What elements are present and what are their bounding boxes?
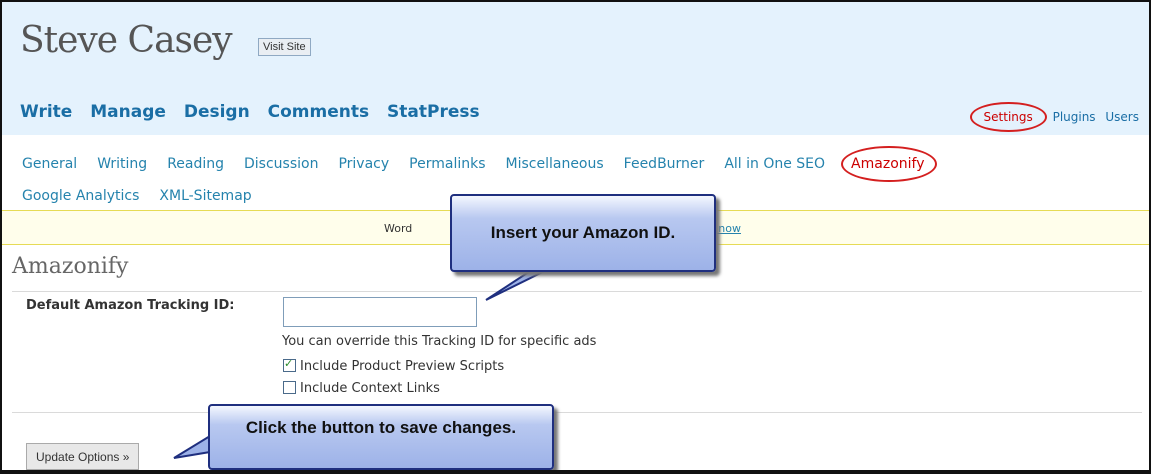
tracking-id-label: Default Amazon Tracking ID:	[26, 298, 235, 313]
right-nav: Settings Plugins Users	[968, 102, 1139, 132]
divider	[12, 412, 1142, 413]
subnav-google-analytics[interactable]: Google Analytics	[22, 188, 139, 204]
update-options-button[interactable]: Update Options »	[26, 443, 140, 470]
main-nav: Write Manage Design Comments StatPress	[20, 102, 492, 122]
divider	[12, 291, 1142, 292]
nav-users[interactable]: Users	[1105, 110, 1139, 124]
nav-plugins[interactable]: Plugins	[1053, 110, 1096, 124]
visit-site-button[interactable]: Visit Site	[258, 38, 311, 56]
subnav-miscellaneous[interactable]: Miscellaneous	[506, 156, 604, 172]
preview-scripts-option[interactable]: Include Product Preview Scripts	[283, 357, 505, 374]
context-links-option[interactable]: Include Context Links	[283, 381, 440, 396]
site-title: Steve Casey	[20, 20, 233, 61]
subnav-general[interactable]: General	[22, 156, 77, 172]
subnav-privacy[interactable]: Privacy	[338, 156, 389, 172]
page-title: Amazonify	[12, 254, 129, 279]
subnav-xml-sitemap[interactable]: XML-Sitemap	[159, 188, 251, 204]
tracking-id-input[interactable]	[283, 297, 477, 327]
nav-write[interactable]: Write	[20, 102, 72, 122]
preview-scripts-label: Include Product Preview Scripts	[300, 359, 505, 374]
subnav-amazonify[interactable]: Amazonify	[841, 146, 937, 182]
nav-comments[interactable]: Comments	[268, 102, 369, 122]
subnav-reading[interactable]: Reading	[167, 156, 224, 172]
nav-settings[interactable]: Settings	[969, 102, 1047, 132]
nav-design[interactable]: Design	[184, 102, 250, 122]
subnav-all-in-one-seo[interactable]: All in One SEO	[724, 156, 825, 172]
nav-manage[interactable]: Manage	[90, 102, 166, 122]
admin-header: Steve Casey Visit Site Write Manage Desi…	[2, 2, 1149, 135]
screenshot-frame: Steve Casey Visit Site Write Manage Desi…	[0, 0, 1151, 474]
subnav-permalinks[interactable]: Permalinks	[409, 156, 485, 172]
callout-amazon-id: Insert your Amazon ID.	[450, 194, 716, 272]
nav-statpress[interactable]: StatPress	[387, 102, 480, 122]
context-links-label: Include Context Links	[300, 381, 440, 396]
tracking-id-hint: You can override this Tracking ID for sp…	[282, 334, 597, 349]
context-links-checkbox[interactable]	[283, 381, 296, 394]
subnav-writing[interactable]: Writing	[97, 156, 147, 172]
subnav-discussion[interactable]: Discussion	[244, 156, 318, 172]
preview-scripts-checkbox[interactable]	[283, 357, 296, 372]
notice-text: Word	[384, 222, 413, 235]
callout-save: Click the button to save changes.	[208, 404, 554, 470]
subnav-feedburner[interactable]: FeedBurner	[624, 156, 705, 172]
